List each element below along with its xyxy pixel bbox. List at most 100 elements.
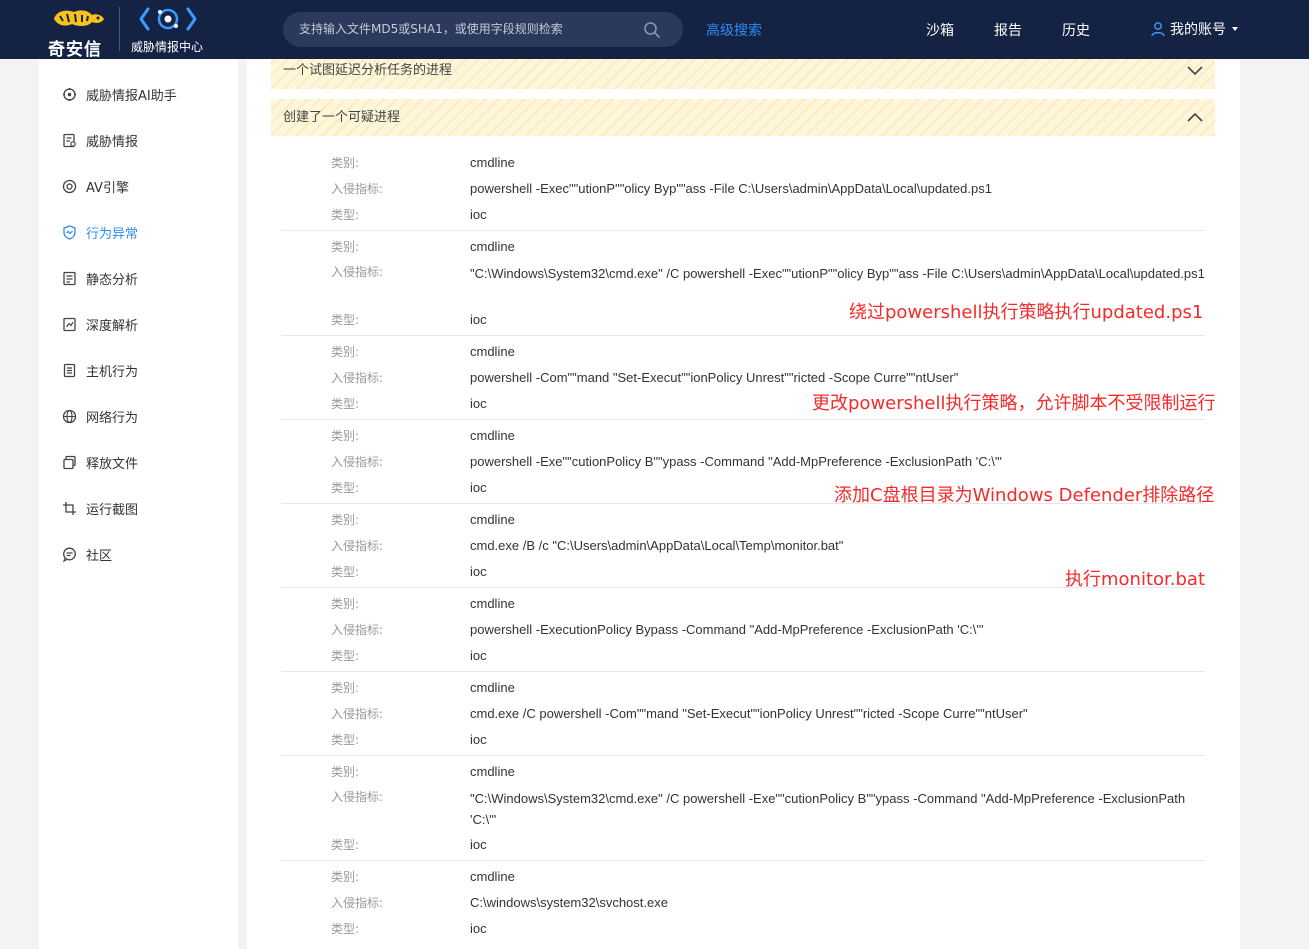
sidebar-item-dropped-files[interactable]: 释放文件 [62, 451, 138, 473]
threat-intel-center-logo-icon [139, 7, 197, 31]
list-item: 类别: cmdline 入侵指标: cmd.exe /C powershell -C… [281, 672, 1205, 756]
nav-sandbox[interactable]: 沙箱 [926, 20, 954, 40]
annotation-run-monitor-bat: 执行monitor.bat [1065, 569, 1206, 590]
sidebar-item-behavior-anomaly[interactable]: 行为异常 [62, 221, 138, 243]
sidebar-item-av-engine[interactable]: AV引擎 [62, 175, 129, 197]
globe-icon [62, 409, 77, 423]
type-value: ioc [470, 732, 487, 747]
brand-name: 奇安信 [48, 40, 102, 60]
sidebar-item-label: 主机行为 [86, 364, 139, 380]
caret-down-icon [1232, 27, 1238, 31]
type-value: ioc [470, 921, 487, 936]
sidebar-item-deep-analysis[interactable]: 深度解析 [62, 313, 138, 335]
collapsed-section-header[interactable]: 一个试图延迟分析任务的进程 [271, 59, 1215, 89]
annotation-bypass-policy: 绕过powershell执行策略执行updated.ps1 [849, 302, 1204, 323]
category-value: cmdline [470, 344, 515, 359]
category-label: 类别: [331, 156, 360, 170]
dropped-files-icon [63, 455, 76, 469]
nav-report[interactable]: 报告 [994, 20, 1022, 40]
indicator-value: powershell -Exec""utionP""olicy Byp""ass… [470, 181, 992, 196]
type-value: ioc [470, 648, 487, 663]
type-label: 类型: [331, 565, 360, 579]
account-label: 我的账号 [1170, 22, 1226, 38]
sidebar-item-label: 行为异常 [86, 226, 139, 242]
ai-assistant-icon [63, 87, 76, 101]
sidebar-item-static-analysis[interactable]: 静态分析 [62, 267, 138, 289]
sidebar-item-network-behavior[interactable]: 网络行为 [62, 405, 138, 427]
category-value: cmdline [470, 428, 515, 443]
indicator-label: 入侵指标: [331, 896, 384, 910]
search-box[interactable] [283, 12, 683, 47]
sidebar-item-label: 威胁情报 [86, 134, 139, 150]
annotation-change-policy: 更改powershell执行策略，允许脚本不受限制运行 [812, 393, 1216, 414]
category-value: cmdline [470, 155, 515, 170]
category-value: cmdline [470, 512, 515, 527]
list-item: 类别: cmdline 入侵指标: powershell -ExecutionPol… [281, 588, 1205, 672]
shield-icon [63, 224, 76, 240]
threat-intel-center-label: 威胁情报中心 [131, 40, 204, 54]
category-label: 类别: [331, 240, 360, 254]
type-value: ioc [470, 837, 487, 852]
sidebar-item-host-behavior[interactable]: 主机行为 [62, 359, 138, 381]
indicator-value: powershell -Exe""cutionPolicy B""ypass -… [470, 454, 1002, 469]
chevron-up-icon[interactable] [1187, 110, 1203, 124]
top-header: 奇安信 威胁情报中心 高级搜索 沙箱 报告 历史 我的账号 [0, 0, 1309, 60]
indicator-label: 入侵指标: [331, 539, 384, 553]
sidebar-item-screenshot[interactable]: 运行截图 [62, 497, 138, 519]
indicator-value: powershell -ExecutionPolicy Bypass -Comm… [470, 622, 984, 637]
sidebar-item-label: 社区 [86, 548, 113, 564]
category-label: 类别: [331, 681, 360, 695]
indicator-label: 入侵指标: [331, 455, 384, 469]
sidebar-item-ai-assistant[interactable]: 威胁情报AI助手 [62, 83, 177, 105]
indicator-value: C:\windows\system32\svchost.exe [470, 895, 668, 910]
sidebar-item-label: 静态分析 [86, 272, 139, 288]
deep-analysis-icon [63, 317, 76, 331]
sidebar-item-community[interactable]: 社区 [62, 543, 112, 565]
sidebar: 威胁情报AI助手 威胁情报 AV引擎 行为异常 静态分析 深度解析 主机行为 网… [39, 59, 238, 949]
section-title: 创建了一个可疑进程 [283, 110, 401, 125]
category-value: cmdline [470, 239, 515, 254]
chat-bubble-icon [62, 547, 76, 562]
sidebar-item-label: 深度解析 [86, 318, 139, 334]
nav-history[interactable]: 历史 [1062, 20, 1090, 40]
expanded-section-header[interactable]: 创建了一个可疑进程 [271, 99, 1215, 136]
sidebar-item-label: 网络行为 [86, 410, 139, 426]
indicator-label: 入侵指标: [331, 623, 384, 637]
sidebar-item-label: 运行截图 [86, 502, 139, 518]
static-analysis-icon [63, 271, 76, 285]
category-value: cmdline [470, 764, 515, 779]
section-title: 一个试图延迟分析任务的进程 [283, 63, 453, 78]
account-menu[interactable]: 我的账号 [1150, 19, 1238, 39]
threat-intel-icon [63, 133, 76, 147]
type-label: 类型: [331, 838, 360, 852]
indicator-label: 入侵指标: [331, 371, 384, 385]
logo-divider [119, 7, 120, 51]
indicator-value: powershell -Com""mand "Set-Execut""ionPo… [470, 370, 959, 385]
category-label: 类别: [331, 429, 360, 443]
type-label: 类型: [331, 313, 360, 327]
category-value: cmdline [470, 869, 515, 884]
indicator-value: "C:\Windows\System32\cmd.exe" /C powersh… [470, 791, 1186, 827]
list-item: 类别: cmdline 入侵指标: powershell -Exec""utionP… [281, 146, 1205, 231]
category-value: cmdline [470, 596, 515, 611]
list-item: 类别: cmdline 入侵指标: C:\windows\system32\svch… [281, 861, 1205, 949]
indicator-label: 入侵指标: [331, 265, 384, 279]
search-input[interactable] [299, 12, 639, 47]
tiger-logo-icon [54, 10, 104, 27]
qianxin-logo[interactable]: 奇安信 [48, 5, 108, 60]
category-label: 类别: [331, 765, 360, 779]
list-item: 类别: cmdline 入侵指标: "C:\Windows\System32\cmd… [281, 756, 1205, 861]
advanced-search-link[interactable]: 高级搜索 [706, 20, 762, 40]
sidebar-item-label: 释放文件 [86, 456, 139, 472]
category-value: cmdline [470, 680, 515, 695]
indicator-label: 入侵指标: [331, 707, 384, 721]
search-icon[interactable] [643, 21, 661, 39]
category-label: 类别: [331, 345, 360, 359]
sidebar-item-label: AV引擎 [86, 180, 129, 196]
indicator-value: cmd.exe /C powershell -Com""mand "Set-Ex… [470, 706, 1028, 721]
type-label: 类型: [331, 733, 360, 747]
category-label: 类别: [331, 513, 360, 527]
chevron-down-icon[interactable] [1187, 63, 1203, 77]
sidebar-item-threat-intel[interactable]: 威胁情报 [62, 129, 138, 151]
av-engine-icon [62, 179, 77, 193]
